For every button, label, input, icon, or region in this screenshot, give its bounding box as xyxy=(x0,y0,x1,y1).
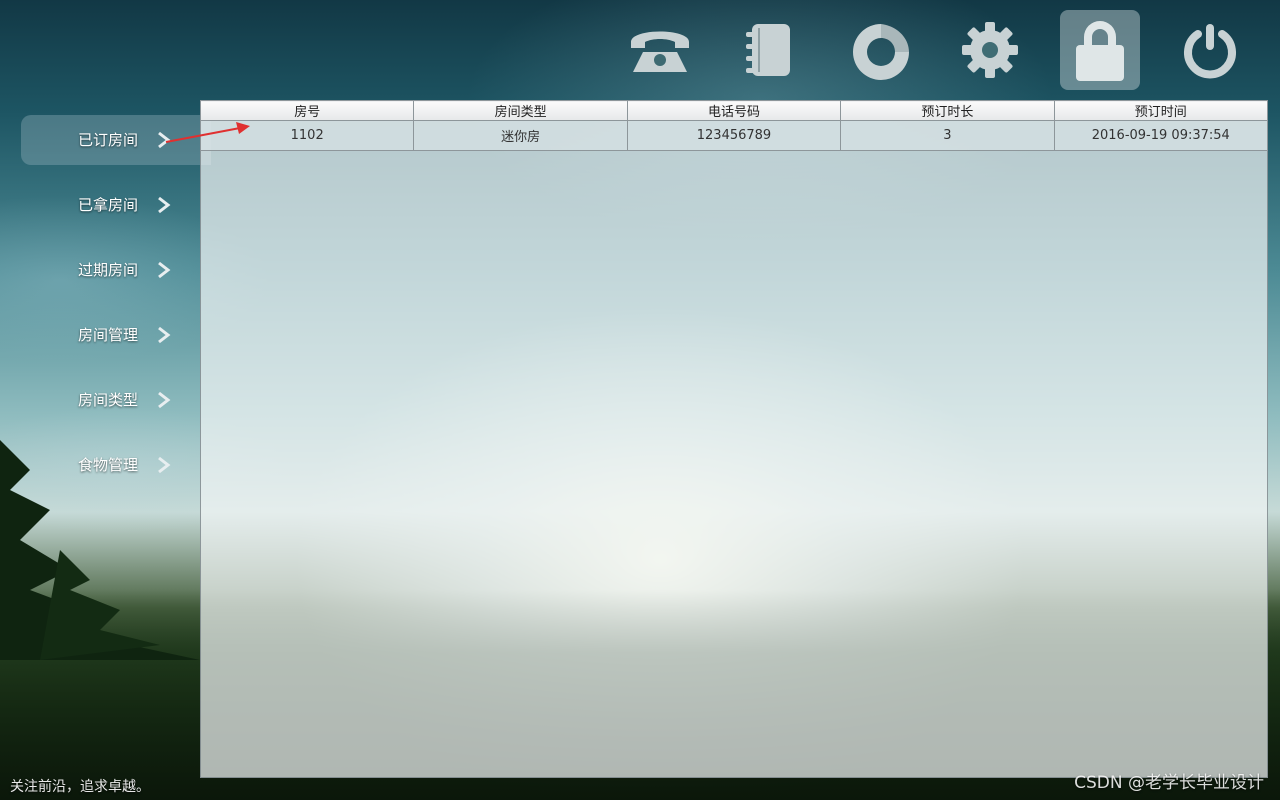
column-header-room-number[interactable]: 房号 xyxy=(199,100,415,121)
booked-rooms-table: 房号 房间类型 电话号码 预订时长 预订时间 1102 迷你房 12345678… xyxy=(199,100,1269,151)
chevron-right-icon xyxy=(158,391,171,409)
chevron-right-icon xyxy=(158,326,171,344)
sidebar-item-food-management[interactable]: 食物管理 xyxy=(21,440,211,490)
watermark: CSDN @老学长毕业设计 xyxy=(1074,773,1264,793)
power-icon xyxy=(1184,24,1236,79)
sidebar-item-checked-in-rooms[interactable]: 已拿房间 xyxy=(21,180,211,230)
lock-icon xyxy=(1076,21,1124,81)
table-row[interactable]: 1102 迷你房 123456789 3 2016-09-19 09:37:54 xyxy=(199,120,1269,151)
column-header-room-type[interactable]: 房间类型 xyxy=(413,100,628,121)
address-book-button[interactable] xyxy=(728,10,808,90)
settings-gear-icon xyxy=(962,22,1018,78)
sidebar-item-label: 已拿房间 xyxy=(78,196,139,214)
sidebar-item-label: 房间管理 xyxy=(78,326,139,344)
footer-slogan: 关注前沿，追求卓越。 xyxy=(10,779,150,795)
table-header-row: 房号 房间类型 电话号码 预订时长 预订时间 xyxy=(199,100,1269,121)
top-toolbar xyxy=(620,8,1260,92)
table-cell: 1102 xyxy=(199,120,415,151)
sidebar-item-expired-rooms[interactable]: 过期房间 xyxy=(21,245,211,295)
sidebar-item-label: 已订房间 xyxy=(78,131,139,149)
settings-button[interactable] xyxy=(950,10,1030,90)
power-button[interactable] xyxy=(1170,10,1250,90)
chevron-right-icon xyxy=(158,456,171,474)
sidebar-item-label: 过期房间 xyxy=(78,261,139,279)
refresh-icon xyxy=(853,24,909,80)
phone-button[interactable] xyxy=(620,10,700,90)
lock-button[interactable] xyxy=(1060,10,1140,90)
chevron-right-icon xyxy=(158,131,171,149)
sidebar-item-label: 房间类型 xyxy=(78,391,139,409)
address-book-icon xyxy=(746,24,790,76)
table-cell: 3 xyxy=(840,120,1055,151)
booked-rooms-panel: 房号 房间类型 电话号码 预订时长 预订时间 1102 迷你房 12345678… xyxy=(199,100,1269,778)
phone-icon xyxy=(631,31,689,72)
refresh-button[interactable] xyxy=(840,10,920,90)
sidebar-item-booked-rooms[interactable]: 已订房间 xyxy=(21,115,211,165)
column-header-booking-time[interactable]: 预订时间 xyxy=(1053,100,1269,121)
column-header-duration[interactable]: 预订时长 xyxy=(840,100,1055,121)
sidebar-nav: 已订房间 已拿房间 过期房间 房间管理 房间类型 食物管理 xyxy=(0,112,211,492)
sidebar-item-room-management[interactable]: 房间管理 xyxy=(21,310,211,360)
sidebar-item-room-types[interactable]: 房间类型 xyxy=(21,375,211,425)
chevron-right-icon xyxy=(158,261,171,279)
table-cell: 123456789 xyxy=(626,120,842,151)
table-cell: 迷你房 xyxy=(413,120,628,151)
table-cell: 2016-09-19 09:37:54 xyxy=(1053,120,1269,151)
sidebar-item-label: 食物管理 xyxy=(78,456,139,474)
column-header-phone[interactable]: 电话号码 xyxy=(626,100,842,121)
chevron-right-icon xyxy=(158,196,171,214)
